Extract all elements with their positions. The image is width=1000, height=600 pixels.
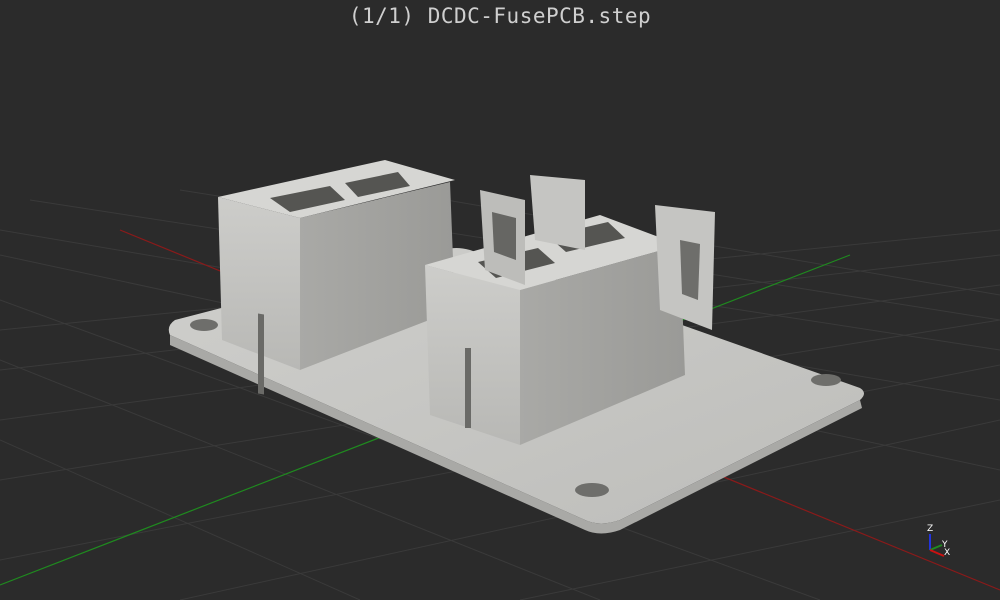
3d-viewport[interactable]: Z Y X xyxy=(0,0,1000,600)
gizmo-x-label: X xyxy=(944,548,950,558)
axis-gizmo-icon[interactable]: Z Y X xyxy=(927,524,950,558)
gizmo-z-label: Z xyxy=(927,524,933,534)
blade-connector-back-right[interactable] xyxy=(655,205,715,330)
mounting-hole-2 xyxy=(811,374,841,386)
mounting-hole-1 xyxy=(190,319,218,331)
mounting-hole-3 xyxy=(575,483,609,497)
